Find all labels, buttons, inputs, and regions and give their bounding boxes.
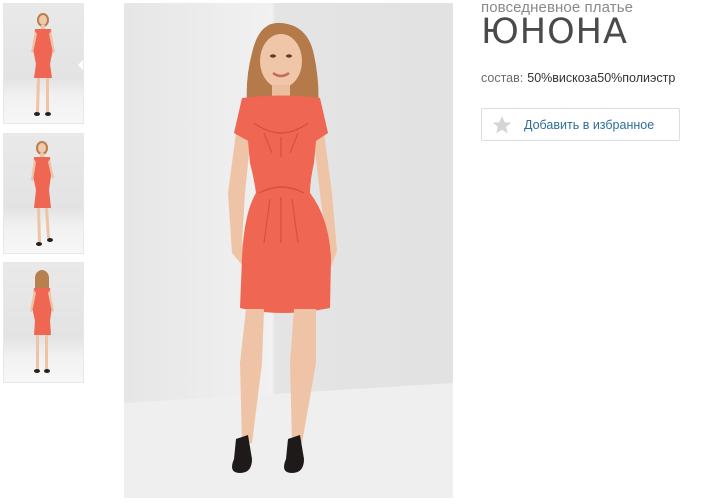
thumbnail-front[interactable]	[3, 3, 84, 124]
composition-value: 50%вискоза50%полиэстр	[527, 71, 676, 85]
model-front-image	[31, 13, 55, 116]
model-back-image	[30, 270, 54, 373]
model-main-figure	[124, 22, 453, 498]
star-icon	[492, 116, 512, 134]
main-product-image[interactable]	[124, 3, 453, 498]
thumbnail-three-quarter[interactable]	[3, 133, 84, 254]
product-title: ЮНОНА	[481, 12, 628, 52]
thumbnail-back[interactable]	[3, 262, 84, 383]
add-to-favorites-button[interactable]: Добавить в избранное	[481, 108, 680, 141]
add-to-favorites-label: Добавить в избранное	[524, 118, 655, 132]
composition-label: состав:	[481, 71, 524, 85]
model-three-quarter-image	[31, 141, 54, 246]
product-composition: состав: 50%вискоза50%полиэстр	[481, 71, 675, 85]
